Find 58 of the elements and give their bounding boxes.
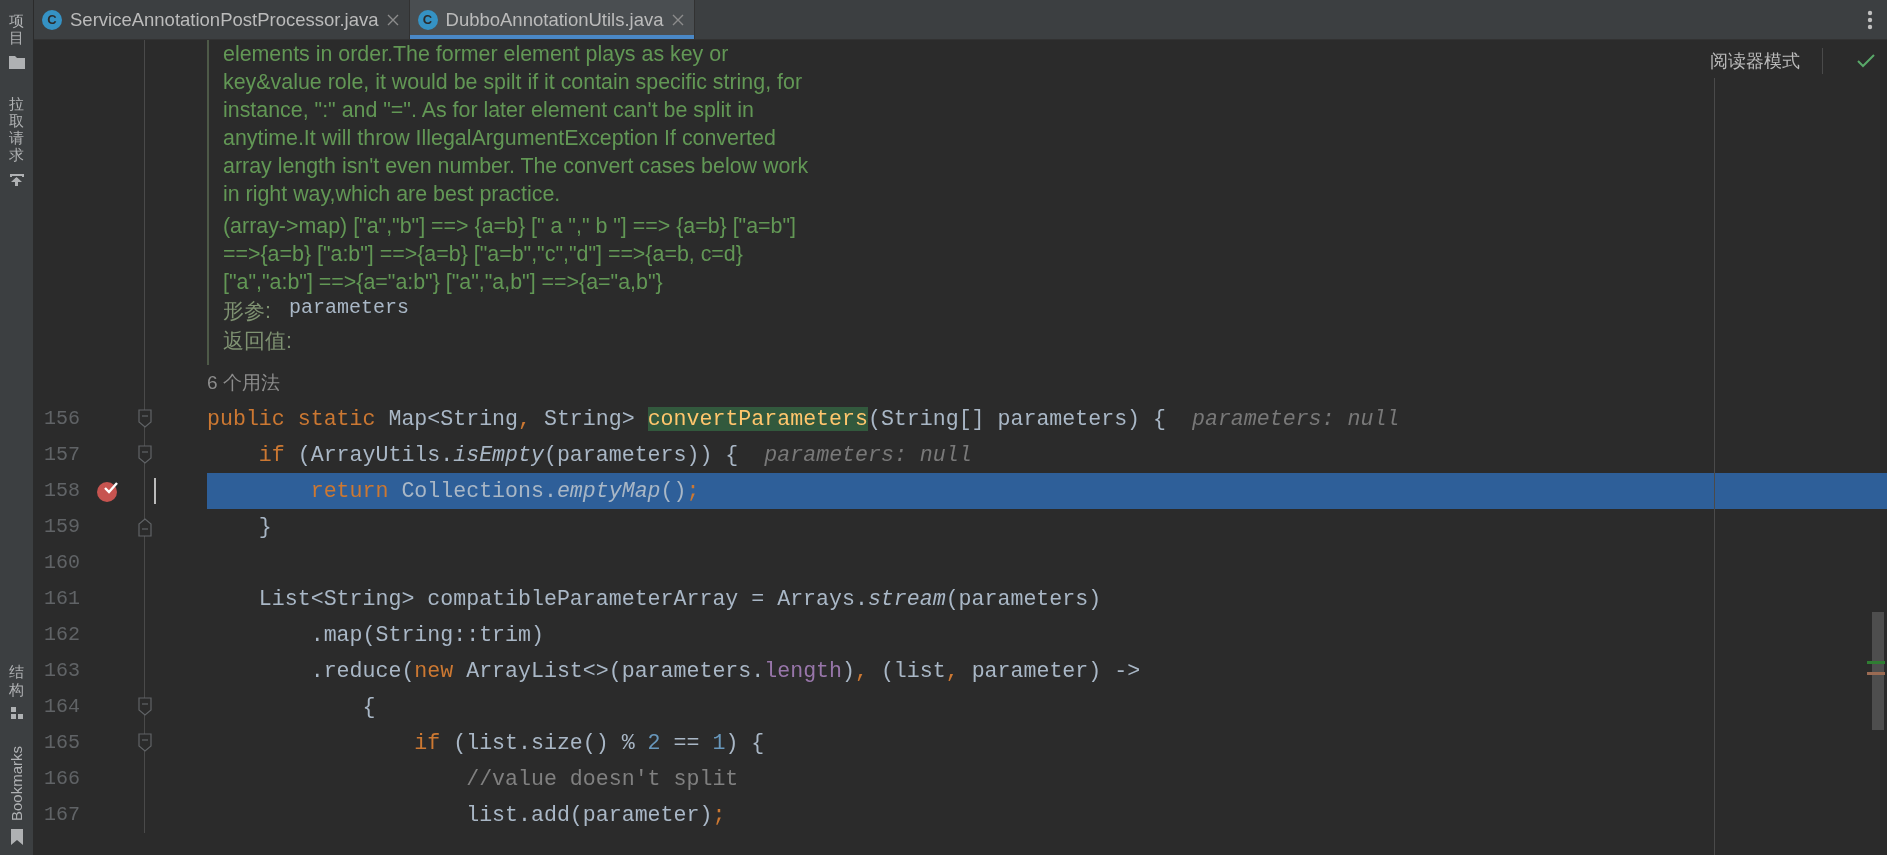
code-text: //value doesn't split [465,767,739,791]
code-text: .map(String::trim) [309,623,544,647]
code-text: } [257,515,272,539]
fold-icon[interactable] [136,517,154,537]
doc-paragraph: (array->map) ["a","b"] ==> {a=b} [" a "," b "] ==> {a=b} ["a=b"] ==>{a=b} ["a:b"] ==>{a=b} ["a=b","c","d"] ==>{a=b, c=d} ["a","a:b"] ==>{a="a:b"} ["a","a,b"] ==>{a="a,b"} [223,213,798,296]
line-number: 157 [43,442,81,468]
doc-label: 形参: [223,298,271,325]
line-number: 165 [43,730,81,756]
line-number: 160 [43,550,81,576]
scroll-marker [1867,661,1885,664]
folder-icon [8,54,25,69]
tool-window-button[interactable]: Bookmarks [8,743,25,847]
bookmark-icon [9,829,24,845]
class-icon: C [42,9,62,30]
doc-paragraph: elements in order.The former element plays as key or key&value role, it would be spilt if it contain specific string, for instance, ":" and "=". As for later element can't be split in anytime.It will throw IllegalArgumentException If converted array length isn't even number. The convert cases below work in right way,which are best practice. [223,41,810,208]
code-text: if (ArrayUtils.isEmpty(parameters)) { [257,443,739,467]
line-number: 156 [43,406,81,432]
doc-value: parameters [288,296,409,321]
doc-label: 返回值: [223,328,292,355]
line-number: 166 [43,766,81,792]
fold-icon[interactable] [136,409,154,429]
fold-icon[interactable] [136,445,154,465]
code-text: if (list.size() % 2 == 1) { [413,731,765,755]
line-number: 167 [43,802,81,828]
tool-window-button[interactable]: 结构 [9,661,24,722]
code-text: list.add(parameter); [465,803,726,827]
tool-window-button[interactable]: 拉取请求 [8,92,25,190]
fold-icon[interactable] [136,697,154,717]
close-icon[interactable] [386,13,399,26]
inline-hint: parameters: null [1191,407,1400,431]
line-number: 162 [43,622,81,648]
code-text: .reduce(new ArrayList<>(parameters.length), (list, parameter) -> [309,659,1141,683]
code-text: return Collections.emptyMap(); [309,479,700,503]
inline-hint: parameters: null [764,443,972,467]
tool-window-button[interactable]: 项目 [8,10,25,71]
line-number: 163 [43,658,81,684]
scrollbar-thumb[interactable] [1872,612,1884,730]
structure-icon [9,705,24,720]
editor-tab[interactable]: C ServiceAnnotationPostProcessor.java [34,0,410,39]
line-number: 161 [43,586,81,612]
line-number: 159 [43,514,81,540]
usages-link[interactable]: 6 个用法 [207,365,280,401]
close-icon[interactable] [671,13,684,26]
code-text: List<String> compatibleParameterArray = Arrays.stream(parameters) [257,587,1102,611]
pull-request-icon [8,171,25,188]
reader-mode-link[interactable]: 阅读器模式 [1710,48,1823,74]
check-icon[interactable] [1857,53,1875,69]
editor-tab[interactable]: C DubboAnnotationUtils.java [409,0,695,39]
code-text: public static Map<String, String> convertParameters(String[] parameters) { [207,407,1166,431]
breakpoint-icon[interactable] [96,479,120,503]
class-icon: C [417,9,438,30]
line-number: 158 [43,478,81,504]
code-text: { [361,695,376,719]
line-number: 164 [43,694,81,720]
text-cursor [154,478,156,504]
more-icon[interactable] [1867,9,1873,30]
scroll-marker [1867,672,1885,675]
fold-icon[interactable] [136,733,154,753]
